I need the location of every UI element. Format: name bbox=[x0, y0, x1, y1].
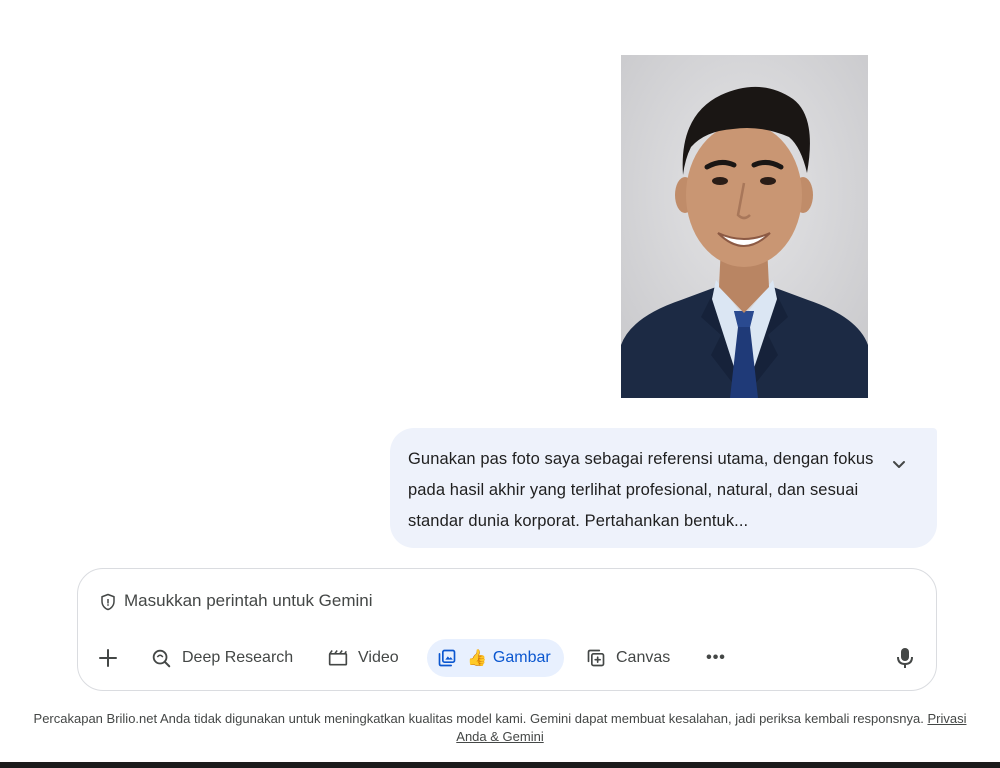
microphone-icon bbox=[897, 648, 913, 668]
composer-toolbar: Deep Research Video 👍 Gambar Canvas ••• bbox=[78, 639, 936, 677]
video-label: Video bbox=[358, 649, 399, 666]
portrait-image bbox=[621, 55, 868, 398]
more-options-button[interactable]: ••• bbox=[706, 639, 726, 677]
user-message-text: Gunakan pas foto saya sebagai referensi … bbox=[408, 450, 874, 530]
footer-text: Percakapan Brilio.net Anda tidak digunak… bbox=[33, 711, 924, 726]
add-button[interactable] bbox=[98, 639, 122, 677]
user-message-bubble: Gunakan pas foto saya sebagai referensi … bbox=[390, 428, 937, 548]
more-icon: ••• bbox=[706, 649, 726, 666]
canvas-icon bbox=[587, 649, 605, 667]
deep-research-button[interactable]: Deep Research bbox=[150, 639, 293, 677]
prompt-composer[interactable]: Masukkan perintah untuk Gemini Deep Rese… bbox=[77, 568, 937, 691]
attached-photo[interactable] bbox=[621, 55, 868, 398]
chevron-down-icon[interactable] bbox=[889, 454, 909, 474]
microphone-button[interactable] bbox=[896, 639, 916, 677]
gambar-label: Gambar bbox=[492, 649, 551, 666]
prompt-input[interactable]: Masukkan perintah untuk Gemini bbox=[124, 591, 373, 611]
plus-icon bbox=[99, 649, 117, 667]
image-stack-icon bbox=[438, 649, 456, 667]
gambar-button[interactable]: 👍 Gambar bbox=[427, 639, 564, 677]
canvas-button[interactable]: Canvas bbox=[586, 639, 670, 677]
bottom-edge-bar bbox=[0, 762, 1000, 768]
shield-icon bbox=[99, 593, 117, 611]
video-button[interactable]: Video bbox=[328, 639, 399, 677]
footer-disclaimer: Percakapan Brilio.net Anda tidak digunak… bbox=[20, 710, 980, 746]
deep-research-label: Deep Research bbox=[182, 649, 294, 666]
sparkle-icon: 👍 bbox=[467, 650, 487, 667]
canvas-label: Canvas bbox=[616, 649, 671, 666]
clapperboard-icon bbox=[328, 650, 348, 666]
deep-research-icon bbox=[152, 649, 171, 668]
